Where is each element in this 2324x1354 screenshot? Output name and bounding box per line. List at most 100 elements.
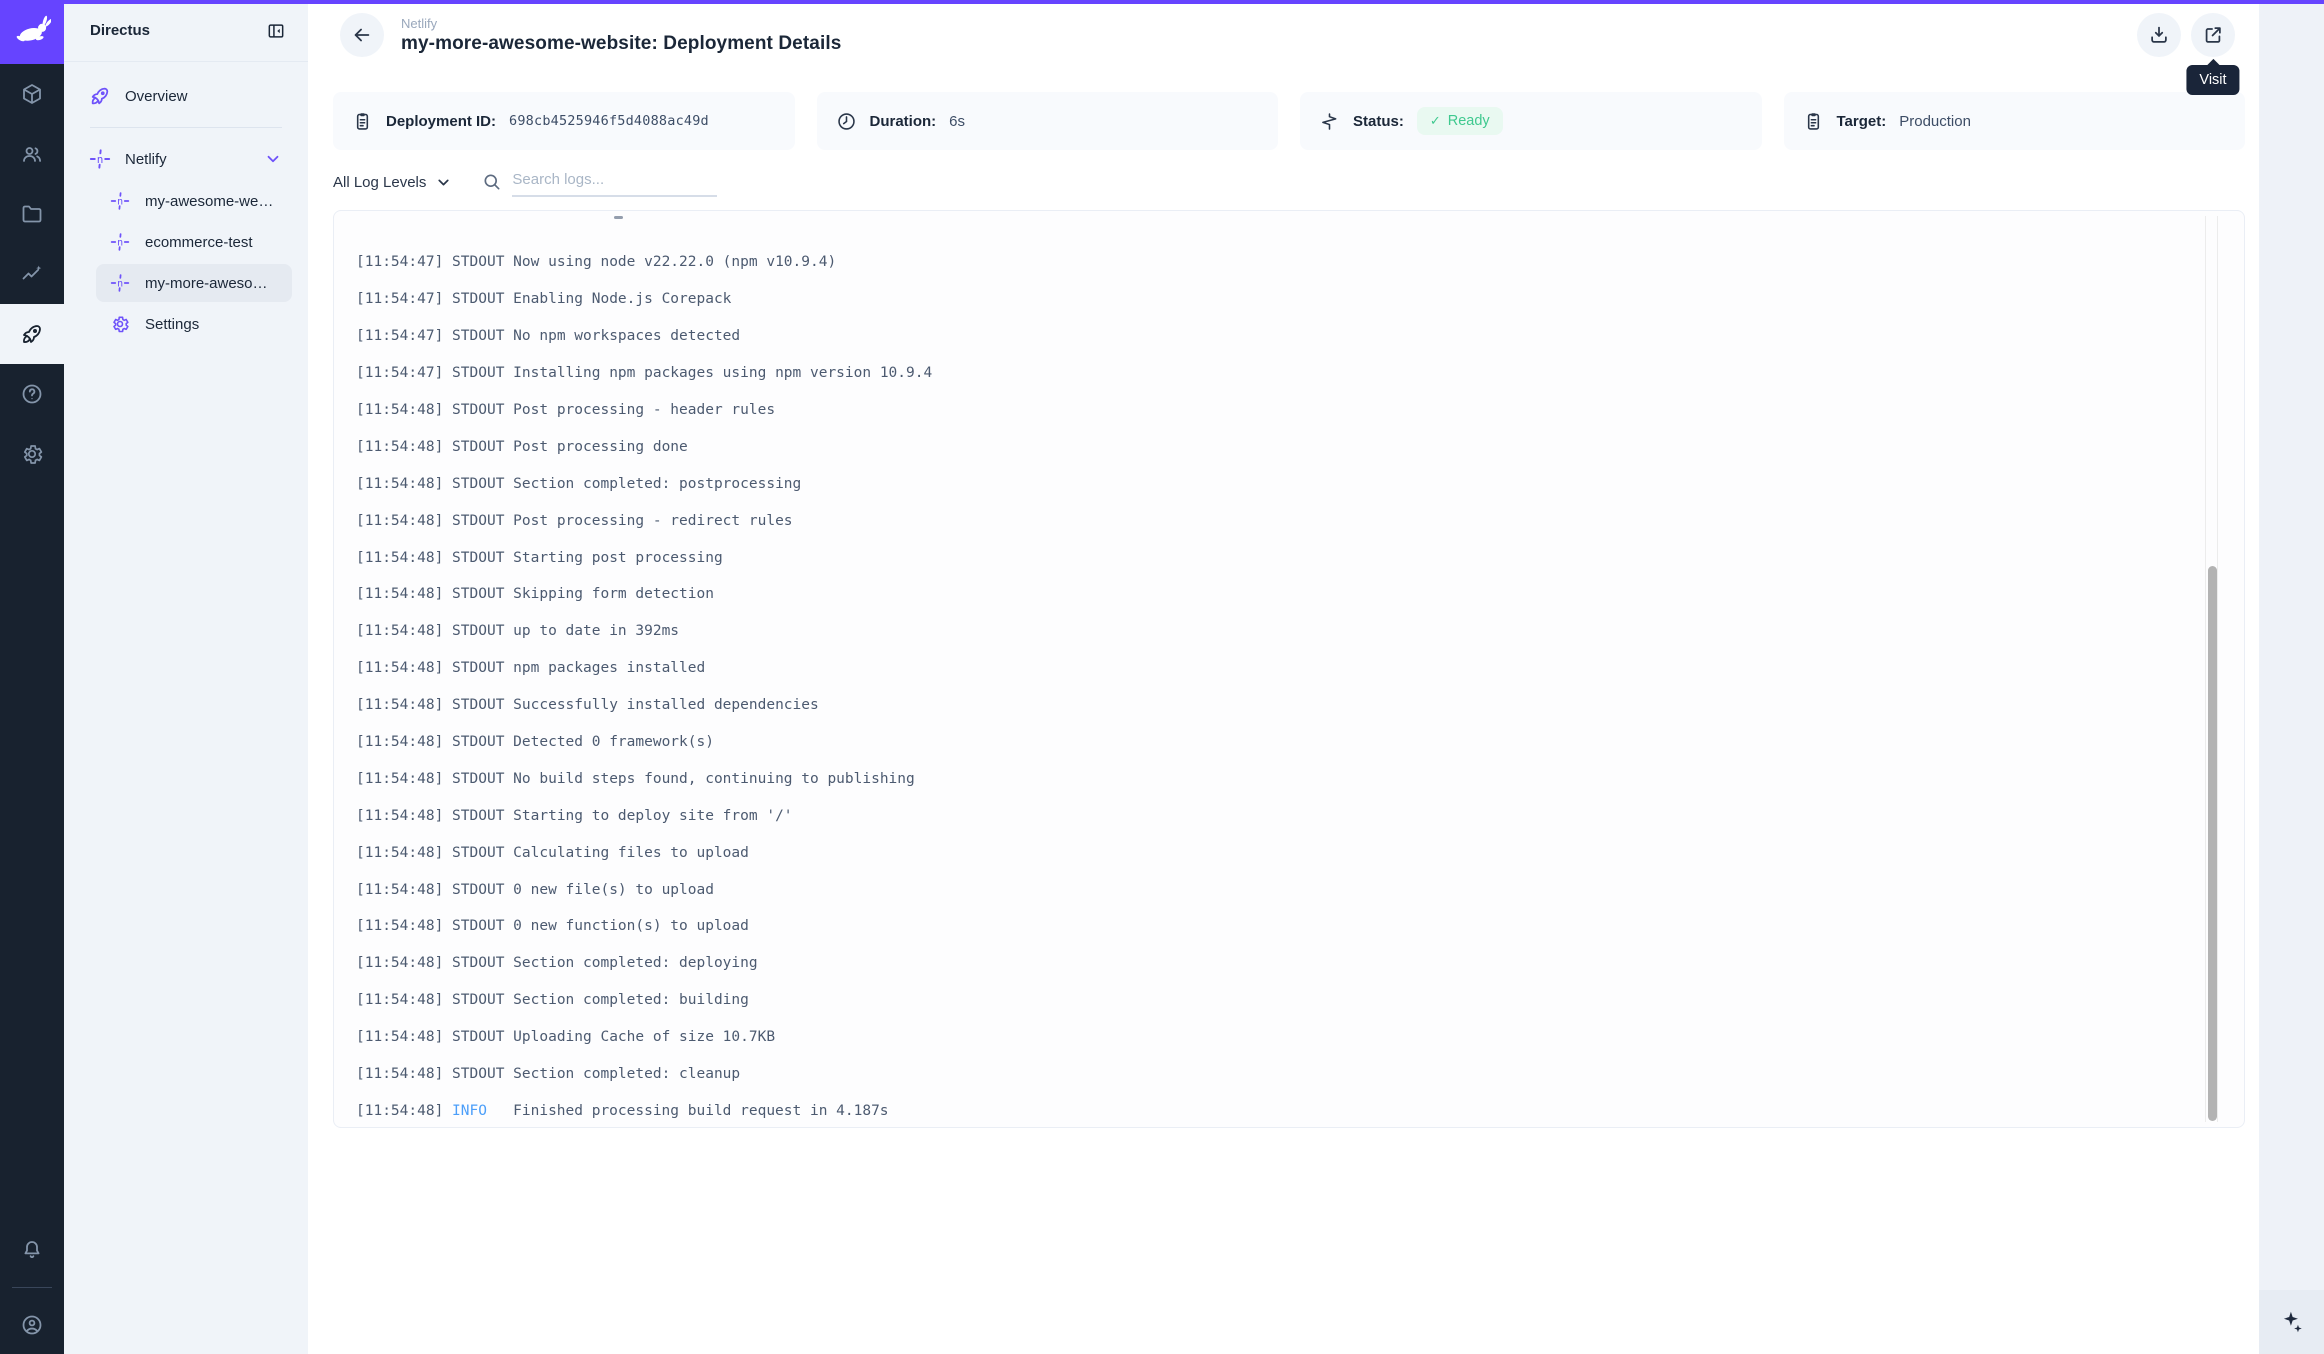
- gear-icon: [108, 314, 132, 334]
- nav-item-site-my-more-awesome-website[interactable]: n my-more-aweso…: [96, 264, 292, 302]
- log-message: No build steps found, continuing to publ…: [513, 771, 915, 787]
- log-line: [11:54:48] STDOUT Uploading Cache of siz…: [356, 1019, 2198, 1056]
- status-value: Ready: [1448, 113, 1490, 129]
- clock-icon: [836, 111, 857, 132]
- log-timestamp: [11:54:48]: [356, 771, 443, 787]
- log-message: Installing npm packages using npm versio…: [513, 365, 932, 381]
- search-logs-input[interactable]: [512, 168, 717, 197]
- chevron-down-icon[interactable]: [264, 150, 282, 168]
- module-content[interactable]: [0, 64, 64, 124]
- log-line: [11:54:48] STDOUT Detected 0 framework(s…: [356, 724, 2198, 761]
- log-level: STDOUT: [452, 365, 504, 381]
- log-message: Successfully installed dependencies: [513, 697, 819, 713]
- external-link-icon: [2202, 24, 2224, 46]
- duration-value: 6s: [949, 113, 965, 130]
- log-timestamp: [11:54:48]: [356, 992, 443, 1008]
- log-timestamp: [11:54:48]: [356, 476, 443, 492]
- log-line: [11:54:48] STDOUT Starting post processi…: [356, 539, 2198, 576]
- nav-item-settings[interactable]: Settings: [96, 305, 292, 343]
- users-icon: [20, 142, 44, 166]
- module-users[interactable]: [0, 124, 64, 184]
- log-line: [11:54:48] STDOUT Post processing done: [356, 428, 2198, 465]
- log-viewer[interactable]: [11:54:47] STDOUT Now using node v22.22.…: [333, 210, 2245, 1128]
- log-line: [11:54:48] STDOUT Successfully installed…: [356, 687, 2198, 724]
- header-actions: Visit: [2137, 13, 2235, 57]
- log-message: 0 new function(s) to upload: [513, 918, 749, 934]
- nav-item-overview[interactable]: Overview: [76, 76, 292, 116]
- log-line: [11:54:48] STDOUT 0 new file(s) to uploa…: [356, 871, 2198, 908]
- log-level-value: All Log Levels: [333, 174, 426, 191]
- module-help[interactable]: [0, 364, 64, 424]
- download-logs-button[interactable]: [2137, 13, 2181, 57]
- account-icon: [20, 1313, 44, 1337]
- back-button[interactable]: [340, 13, 384, 57]
- log-line: [11:54:48] STDOUT No build steps found, …: [356, 760, 2198, 797]
- log-timestamp: [11:54:48]: [356, 402, 443, 418]
- log-level: STDOUT: [452, 254, 504, 270]
- log-timestamp: [11:54:48]: [356, 697, 443, 713]
- card-label: Deployment ID:: [386, 113, 496, 130]
- log-level: STDOUT: [452, 660, 504, 676]
- account-button[interactable]: [0, 1296, 64, 1354]
- log-message: Skipping form detection: [513, 586, 714, 602]
- nav-divider: [90, 127, 282, 128]
- module-netlify-extension[interactable]: [0, 304, 64, 364]
- help-icon: [20, 382, 44, 406]
- navigation-sidebar: Directus Overview: [64, 0, 308, 1354]
- log-level-select[interactable]: All Log Levels: [333, 174, 452, 191]
- log-timestamp: [11:54:48]: [356, 623, 443, 639]
- log-level: INFO: [452, 1103, 504, 1119]
- download-icon: [2148, 24, 2170, 46]
- log-message: No npm workspaces detected: [513, 328, 740, 344]
- log-message: Finished processing build request in 4.1…: [513, 1103, 888, 1119]
- log-message: 0 new file(s) to upload: [513, 882, 714, 898]
- log-timestamp: [11:54:48]: [356, 1103, 443, 1119]
- module-insights[interactable]: [0, 244, 64, 304]
- log-timestamp: [11:54:47]: [356, 291, 443, 307]
- log-scrollbar-track[interactable]: [2205, 216, 2218, 1122]
- log-line: [11:54:48] STDOUT Starting to deploy sit…: [356, 797, 2198, 834]
- log-message: Now using node v22.22.0 (npm v10.9.4): [513, 254, 836, 270]
- status-badge: ✓ Ready: [1417, 107, 1503, 135]
- deployment-id-value: 698cb4525946f5d4088ac49d: [509, 113, 709, 129]
- ai-assistant-button[interactable]: [2259, 1290, 2324, 1354]
- log-line: [11:54:48] INFO Finished processing buil…: [356, 1092, 2198, 1128]
- rocket-icon: [88, 85, 112, 107]
- log-scrollbar-thumb[interactable]: [2208, 566, 2217, 1121]
- log-timestamp: [11:54:47]: [356, 328, 443, 344]
- notifications-button[interactable]: [0, 1221, 64, 1279]
- log-line: [11:54:48] STDOUT Post processing - redi…: [356, 502, 2198, 539]
- log-timestamp: [11:54:48]: [356, 439, 443, 455]
- collapse-sidebar-icon: [266, 21, 286, 41]
- nav-item-site-ecommerce-test[interactable]: n ecommerce-test: [96, 223, 292, 261]
- log-timestamp: [11:54:48]: [356, 513, 443, 529]
- right-sidebar: [2259, 0, 2324, 1354]
- visit-site-button[interactable]: [2191, 13, 2235, 57]
- log-message: Section completed: postprocessing: [513, 476, 801, 492]
- log-level: STDOUT: [452, 918, 504, 934]
- log-timestamp: [11:54:48]: [356, 586, 443, 602]
- log-timestamp: [11:54:48]: [356, 734, 443, 750]
- log-message: Uploading Cache of size 10.7KB: [513, 1029, 775, 1045]
- module-bar: [0, 0, 64, 1354]
- netlify-icon: n: [88, 148, 112, 170]
- directus-logo[interactable]: [0, 0, 64, 64]
- log-line: [11:54:48] STDOUT npm packages installed: [356, 650, 2198, 687]
- page-title: my-more-awesome-website: Deployment Deta…: [401, 32, 841, 55]
- log-message: Detected 0 framework(s): [513, 734, 714, 750]
- nav-item-site-my-awesome-website[interactable]: n my-awesome-we…: [96, 182, 292, 220]
- log-line: [11:54:48] STDOUT 0 new function(s) to u…: [356, 908, 2198, 945]
- log-message: Section completed: deploying: [513, 955, 757, 971]
- project-name: Directus: [90, 22, 150, 39]
- insights-icon: [20, 262, 44, 286]
- log-level: STDOUT: [452, 808, 504, 824]
- nav-item-netlify-group[interactable]: n Netlify: [76, 139, 292, 179]
- log-line: [11:54:48] STDOUT Section completed: cle…: [356, 1056, 2198, 1093]
- module-files[interactable]: [0, 184, 64, 244]
- collapse-nav-button[interactable]: [266, 21, 286, 41]
- sparkle-icon: [2279, 1309, 2305, 1335]
- module-settings[interactable]: [0, 424, 64, 484]
- log-message: Post processing - header rules: [513, 402, 775, 418]
- folder-icon: [20, 202, 44, 226]
- log-level: STDOUT: [452, 1066, 504, 1082]
